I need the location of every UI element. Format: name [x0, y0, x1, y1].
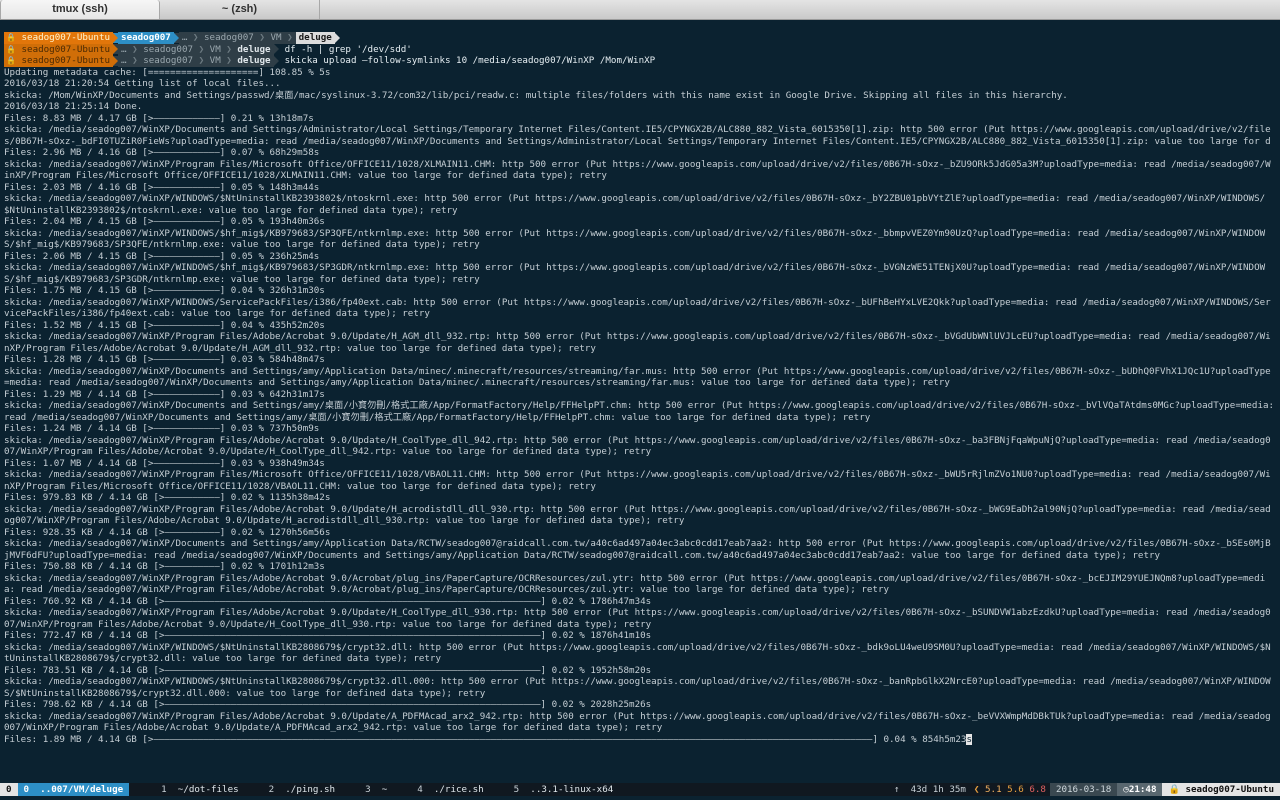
load-average: ❮ 5.1 5.6 6.8: [973, 784, 1046, 795]
tmux-window-name: ./rice.sh: [433, 784, 484, 795]
prompt-host: 🔒 seadog007-Ubuntu: [4, 32, 114, 44]
progress-line: Files: 760.92 KB / 4.14 GB [>———————————…: [4, 595, 652, 607]
log-line: skicka: /Mom/WinXP/Documents and Setting…: [4, 89, 1068, 101]
progress-line: Files: 1.24 MB / 4.14 GB [>————————————]…: [4, 423, 320, 434]
prompt-path-last: deluge: [295, 32, 335, 44]
log-line: skicka: /media/seadog007/WinXP/Program F…: [4, 572, 1266, 596]
lock-icon: 🔒: [1168, 784, 1180, 795]
log-line: skicka: /media/seadog007/WinXP/WINDOWS/$…: [4, 262, 1266, 285]
tmux-window-index: 2: [268, 784, 275, 795]
tmux-window-active[interactable]: 0 ..007/VM/deluge: [17, 783, 130, 796]
progress-line-current: Files: 1.89 MB / 4.14 GB [>—————————————…: [4, 733, 973, 745]
terminal-output[interactable]: 🔒 seadog007-Ubuntu seadog007… ❯ seadog007…: [4, 32, 1276, 782]
lock-icon: 🔒: [6, 56, 16, 65]
log-line: skicka: /media/seadog007/WinXP/WINDOWS/$…: [4, 227, 1266, 251]
tab-tmux-ssh[interactable]: tmux (ssh): [0, 0, 160, 19]
prompt-line: 🔒 seadog007-Ubuntu … ❯ seadog007 ❯ VM ❯ d…: [4, 55, 1276, 67]
status-time: ◷21:48: [1117, 783, 1163, 796]
tmux-session-index[interactable]: 0: [0, 783, 18, 796]
log-line: skicka: /media/seadog007/WinXP/Program F…: [4, 503, 1271, 527]
log-line: skicka: /media/seadog007/WinXP/Documents…: [4, 124, 1271, 147]
tmux-window-2[interactable]: 2 ./ping.sh: [263, 783, 341, 796]
progress-line: Files: 979.83 KB / 4.14 GB [>——————————]…: [4, 492, 331, 503]
log-line: skicka: /media/seadog007/WinXP/Program F…: [4, 710, 1271, 734]
progress-line: Files: 1.07 MB / 4.14 GB [>————————————]…: [4, 457, 325, 469]
command-output: Updating metadata cache: [==============…: [4, 67, 1276, 734]
log-line: skicka: /media/seadog007/WinXP/Program F…: [4, 607, 1271, 630]
log-line: skicka: /media/seadog007/WinXP/Program F…: [4, 331, 1271, 354]
tmux-window-name: ~/dot-files: [177, 784, 239, 795]
progress-line: Files: 1.52 MB / 4.15 GB [>————————————]…: [4, 319, 325, 331]
prompt-line: 🔒 seadog007-Ubuntu seadog007 … ❯ seadog007…: [4, 32, 1276, 44]
tmux-window-5[interactable]: 5 ..3.1-linux-x64: [508, 783, 620, 796]
prompt-command: skicka upload —follow-symlinks 10 /media…: [284, 55, 656, 66]
prompt-path: … ❯ seadog007 ❯ VM ❯ deluge: [118, 43, 274, 55]
log-line: skicka: /media/seadog007/WinXP/Documents…: [4, 365, 1271, 389]
tmux-window-name: ..3.1-linux-x64: [530, 784, 614, 795]
prompt-line: 🔒 seadog007-Ubuntu … ❯ seadog007 ❯ VM ❯ d…: [4, 43, 1276, 55]
log-line: 2016/03/18 21:25:14 Done.: [4, 101, 143, 112]
lock-icon: 🔒: [6, 33, 16, 42]
progress-line: Files: 1.28 MB / 4.15 GB [>————————————]…: [4, 354, 325, 365]
tmux-window-index: 1: [161, 784, 167, 795]
progress-line: Files: 2.03 MB / 4.16 GB [>————————————]…: [4, 181, 320, 193]
tmux-window-name: ./ping.sh: [285, 784, 336, 795]
tmux-window-1[interactable]: 1 ~/dot-files: [155, 783, 244, 796]
progress-line: Files: 8.83 MB / 4.17 GB [>————————————]…: [4, 112, 314, 124]
prompt-current-dir: seadog007: [118, 32, 174, 44]
tab-zsh[interactable]: ~ (zsh): [160, 0, 320, 19]
tmux-window-index: 3: [365, 784, 371, 795]
progress-line: Files: 2.04 MB / 4.15 GB [>————————————]…: [4, 216, 325, 227]
text-cursor: s: [966, 733, 973, 745]
progress-line: Files: 1.75 MB / 4.15 GB [>————————————]…: [4, 285, 325, 296]
log-line: skicka: /media/seadog007/WinXP/Program F…: [4, 469, 1271, 492]
terminal-tab-bar: tmux (ssh) ~ (zsh): [0, 0, 1280, 20]
prompt-path: … ❯ seadog007 ❯ VM ❯: [178, 32, 296, 44]
uptime-arrow-icon: ↑: [893, 784, 900, 795]
log-line: 2016/03/18 21:20:54 Getting list of loca…: [4, 78, 281, 89]
tmux-window-4[interactable]: 4 ./rice.sh: [411, 783, 489, 796]
progress-line: Files: 798.62 KB / 4.14 GB [>———————————…: [4, 699, 652, 710]
prompt-path: … ❯ seadog007 ❯ VM ❯ deluge: [118, 55, 274, 67]
tmux-window-index: 5: [513, 784, 520, 795]
prompt-command: df -h | grep '/dev/sdd': [284, 43, 412, 55]
status-date: 2016-03-18: [1049, 783, 1118, 796]
log-line: skicka: /media/seadog007/WinXP/WINDOWS/S…: [4, 296, 1271, 320]
log-line: skicka: /media/seadog007/WinXP/Documents…: [4, 538, 1271, 561]
tmux-window-name: ~: [381, 784, 388, 795]
log-line: skicka: /media/seadog007/WinXP/WINDOWS/$…: [4, 676, 1271, 699]
progress-line: Files: 783.51 KB / 4.14 GB [>———————————…: [4, 664, 652, 676]
prompt-host: 🔒 seadog007-Ubuntu: [4, 43, 114, 55]
progress-line: Files: 2.96 MB / 4.16 GB [>————————————]…: [4, 147, 320, 158]
progress-line: Files: 2.06 MB / 4.15 GB [>————————————]…: [4, 250, 320, 262]
uptime: ↑ 43d 1h 35m: [893, 784, 966, 795]
tmux-window-index: 4: [417, 784, 423, 795]
progress-line: Files: 772.47 KB / 4.14 GB [>———————————…: [4, 630, 652, 641]
progress-line: Files: 750.88 KB / 4.14 GB [>——————————]…: [4, 561, 325, 572]
log-line: skicka: /media/seadog007/WinXP/Program F…: [4, 434, 1271, 458]
log-line: skicka: /media/seadog007/WinXP/Documents…: [4, 400, 1275, 423]
tmux-window-3[interactable]: 3 ~: [359, 783, 393, 796]
progress-line: Files: 1.29 MB / 4.14 GB [>————————————]…: [4, 388, 325, 400]
lock-icon: 🔒: [6, 44, 16, 54]
log-line: skicka: /media/seadog007/WinXP/WINDOWS/$…: [4, 193, 1266, 216]
log-line: skicka: /media/seadog007/WinXP/Program F…: [4, 158, 1271, 182]
progress-line: Updating metadata cache: [==============…: [4, 66, 331, 78]
prompt-host: 🔒 seadog007-Ubuntu: [4, 55, 114, 67]
status-hostname: 🔒 seadog007-Ubuntu: [1162, 783, 1280, 796]
tmux-status-bar: 0 0 ..007/VM/deluge 1 ~/dot-files 2 ./pin…: [0, 783, 1280, 796]
progress-line: Files: 928.35 KB / 4.14 GB [>——————————]…: [4, 526, 331, 538]
log-line: skicka: /media/seadog007/WinXP/WINDOWS/$…: [4, 641, 1271, 665]
